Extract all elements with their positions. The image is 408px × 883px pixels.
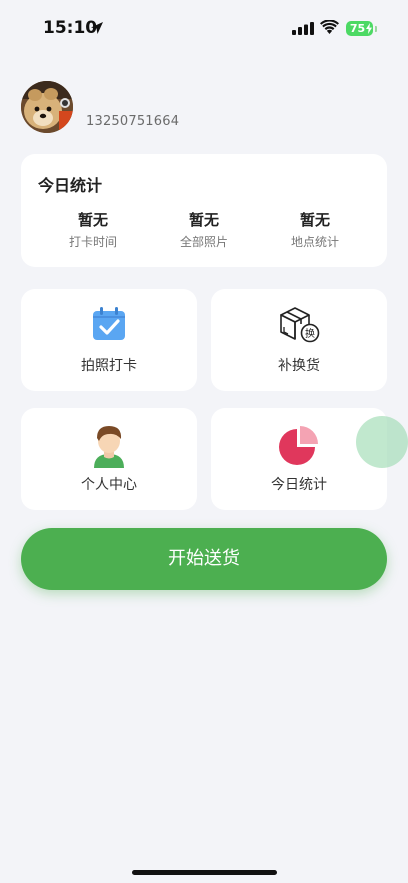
today-stats-tile[interactable]: 今日统计 [211,408,387,510]
photo-checkin-tile[interactable]: 拍照打卡 [21,289,197,391]
stat-location: 暂无 地点统计 [260,210,370,250]
stat-label: 地点统计 [290,235,339,249]
battery-cap [375,26,377,32]
battery-indicator: 75 [346,21,373,36]
stat-value: 暂无 [188,211,219,229]
home-indicator[interactable] [132,870,277,875]
floating-assistive-button[interactable] [356,416,408,468]
stat-checkin-time: 暂无 打卡时间 [38,210,148,250]
tile-label: 拍照打卡 [81,358,137,374]
phone-number: 13250751664 [86,114,180,129]
location-arrow-icon [91,22,103,34]
tile-label: 个人中心 [81,477,137,493]
tile-label: 补换货 [278,358,320,374]
wifi-icon [320,20,339,34]
stat-all-photos: 暂无 全部照片 [149,210,259,250]
charging-bolt-icon [366,23,372,34]
stat-value: 暂无 [77,211,108,229]
stat-value: 暂无 [299,211,330,229]
exchange-goods-tile[interactable]: 换 补换货 [211,289,387,391]
pie-chart-icon [279,426,318,465]
tile-label: 今日统计 [271,477,327,493]
dog-avatar-image [21,81,73,133]
cellular-signal-icon [292,22,314,35]
calendar-check-icon [93,307,125,340]
today-stats-card: 今日统计 暂无 打卡时间 暂无 全部照片 暂无 地点统计 [21,154,387,267]
stat-label: 打卡时间 [68,235,117,249]
start-delivery-button[interactable]: 开始送货 [21,528,387,590]
svg-text:换: 换 [305,327,315,340]
status-time: 15:10 [43,18,98,38]
personal-center-tile[interactable]: 个人中心 [21,408,197,510]
start-delivery-label: 开始送货 [168,548,240,569]
stats-title: 今日统计 [38,176,103,195]
person-icon [94,426,124,468]
avatar[interactable] [21,81,73,133]
status-bar: 15:10 75 [0,0,408,58]
box-exchange-icon: 换 [280,307,320,343]
stat-label: 全部照片 [179,235,228,249]
